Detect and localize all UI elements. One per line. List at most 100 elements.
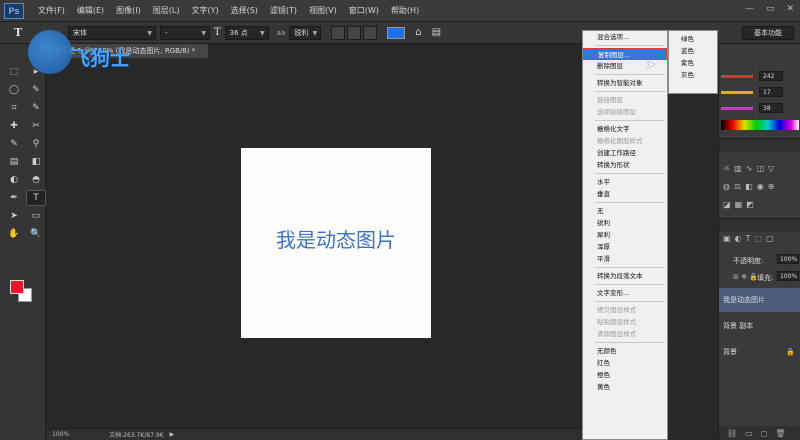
tool-button[interactable]: ➤ — [4, 208, 24, 224]
tool-button[interactable]: ✎ — [26, 82, 46, 98]
tool-button[interactable]: ▤ — [4, 154, 24, 170]
maximize-icon[interactable]: ▭ — [766, 4, 775, 14]
shape-filter-icon[interactable]: ⬚ — [754, 234, 762, 243]
bw-icon[interactable]: ◧ — [745, 182, 753, 191]
slider-track[interactable] — [721, 106, 753, 110]
color-submenu-item[interactable]: 紫色 — [669, 57, 717, 69]
minimize-icon[interactable]: — — [745, 4, 754, 14]
color-value-r[interactable]: 242 — [759, 71, 783, 81]
align-center-button[interactable] — [347, 25, 362, 40]
lock-icon[interactable]: ⊞ ✥ 🔒 — [733, 273, 758, 281]
levels-icon[interactable]: ▥ — [734, 164, 742, 173]
hue-icon[interactable]: ◍ — [723, 182, 730, 191]
threshold-icon[interactable]: ◩ — [746, 200, 754, 209]
tool-button[interactable]: T — [26, 190, 46, 206]
tool-button[interactable]: ✎ — [4, 136, 24, 152]
slider-track[interactable] — [721, 90, 753, 94]
foreground-color-swatch[interactable] — [10, 280, 24, 294]
color-slider-r[interactable]: 242 — [719, 70, 800, 82]
menu-item[interactable]: 窗口(W) — [343, 5, 385, 16]
context-menu-item[interactable]: 黄色 — [583, 381, 667, 393]
font-style-select[interactable]: - ▼ — [160, 25, 210, 40]
font-size-select[interactable]: 36 点 ▼ — [224, 25, 269, 40]
color-spectrum[interactable] — [721, 120, 799, 130]
context-menu-item[interactable]: 转换为智能对象 — [583, 77, 667, 89]
status-arrow-icon[interactable]: ▶ — [170, 431, 175, 438]
tool-button[interactable]: ✒ — [4, 190, 24, 206]
context-menu-item[interactable]: 无 — [583, 205, 667, 217]
context-menu-item[interactable]: 浑厚 — [583, 241, 667, 253]
menu-item[interactable]: 滤镜(T) — [264, 5, 303, 16]
tool-button[interactable]: ⬚ — [4, 64, 24, 80]
menu-item[interactable]: 选择(S) — [225, 5, 264, 16]
tool-button[interactable]: ✎ — [26, 100, 46, 116]
tool-button[interactable]: ◓ — [26, 172, 46, 188]
posterize-icon[interactable]: ▦ — [735, 200, 743, 209]
color-slider-b[interactable]: 38 — [719, 102, 800, 114]
text-color-swatch[interactable] — [387, 26, 406, 39]
color-value-b[interactable]: 38 — [759, 103, 783, 113]
workspace-select[interactable]: 基本功能 — [742, 26, 794, 40]
layer-row[interactable]: 背景 🔒 — [719, 340, 800, 364]
tool-button[interactable]: ⚲ — [26, 136, 46, 152]
link-layers-icon[interactable]: ⛓ — [727, 429, 737, 438]
tool-button[interactable]: ◐ — [4, 172, 24, 188]
photo-filter-icon[interactable]: ◉ — [757, 182, 764, 191]
layer-row[interactable]: 背景 副本 — [719, 314, 800, 338]
brightness-icon[interactable]: ☼ — [723, 164, 730, 173]
delete-layer-icon[interactable]: 🗑 — [775, 429, 785, 438]
color-submenu-item[interactable]: 蓝色 — [669, 45, 717, 57]
context-menu-item[interactable]: 无颜色 — [583, 345, 667, 357]
context-menu-item[interactable]: 水平 — [583, 176, 667, 188]
antialias-select[interactable]: 锐利 ▼ — [289, 25, 322, 40]
tool-button[interactable]: ✚ — [4, 118, 24, 134]
color-submenu-item[interactable]: 绿色 — [669, 33, 717, 45]
canvas-text-layer[interactable]: 我是动态图片 — [241, 224, 431, 253]
slider-track[interactable] — [721, 74, 753, 78]
balance-icon[interactable]: ⚖ — [734, 182, 741, 191]
menu-item[interactable]: 帮助(H) — [385, 5, 425, 16]
align-right-button[interactable] — [363, 25, 378, 40]
tool-button[interactable]: ◧ — [26, 154, 46, 170]
curves-icon[interactable]: ∿ — [746, 164, 753, 173]
context-menu-item[interactable]: 栅格化文字 — [583, 123, 667, 135]
image-filter-icon[interactable]: ▣ — [723, 234, 731, 243]
opacity-input[interactable]: 100% — [777, 254, 799, 264]
menu-item[interactable]: 文字(Y) — [185, 5, 224, 16]
tool-button[interactable]: ▭ — [26, 208, 46, 224]
exposure-icon[interactable]: ◫ — [756, 164, 764, 173]
context-menu-item[interactable]: 红色 — [583, 357, 667, 369]
new-group-icon[interactable]: ▭ — [745, 429, 753, 438]
mixer-icon[interactable]: ⊕ — [768, 182, 775, 191]
smart-filter-icon[interactable]: ▢ — [766, 234, 774, 243]
character-panel-icon[interactable]: ▤ — [432, 27, 441, 38]
color-value-g[interactable]: 17 — [759, 87, 783, 97]
document-canvas[interactable]: 我是动态图片 — [241, 148, 431, 338]
menu-item[interactable]: 文件(F) — [32, 5, 71, 16]
menu-item[interactable]: 图层(L) — [147, 5, 186, 16]
invert-icon[interactable]: ◪ — [723, 200, 731, 209]
align-left-button[interactable] — [331, 25, 346, 40]
context-menu-item[interactable]: 混合选项... — [583, 31, 667, 43]
adjust-filter-icon[interactable]: ◐ — [735, 234, 742, 243]
tool-button[interactable]: ◯ — [4, 82, 24, 98]
context-menu-item[interactable]: 垂直 — [583, 188, 667, 200]
document-info[interactable]: 文档:263.7K/87.9K — [109, 430, 163, 439]
type-filter-icon[interactable]: T — [746, 234, 751, 243]
tool-button[interactable]: ⌗ — [4, 100, 24, 116]
zoom-level[interactable]: 100% — [52, 431, 69, 438]
color-slider-g[interactable]: 17 — [719, 86, 800, 98]
font-family-select[interactable]: 宋体 ▼ — [68, 25, 156, 40]
context-menu-item[interactable]: 平滑 — [583, 253, 667, 265]
vibrance-icon[interactable]: ▽ — [768, 164, 774, 173]
context-menu-item[interactable]: 创建工作路径 — [583, 147, 667, 159]
context-menu-item[interactable]: 橙色 — [583, 369, 667, 381]
fill-input[interactable]: 100% — [777, 271, 799, 281]
context-menu-item[interactable]: 犀利 — [583, 229, 667, 241]
text-tool-preset-icon[interactable]: T — [14, 26, 28, 39]
context-menu-item[interactable]: 转换为形状 — [583, 159, 667, 171]
layer-row-active[interactable]: 我是动态图片 — [719, 288, 800, 312]
context-menu-item[interactable]: 文字变形... — [583, 287, 667, 299]
tool-button[interactable]: ✂ — [26, 118, 46, 134]
close-icon[interactable]: ✕ — [786, 4, 794, 14]
